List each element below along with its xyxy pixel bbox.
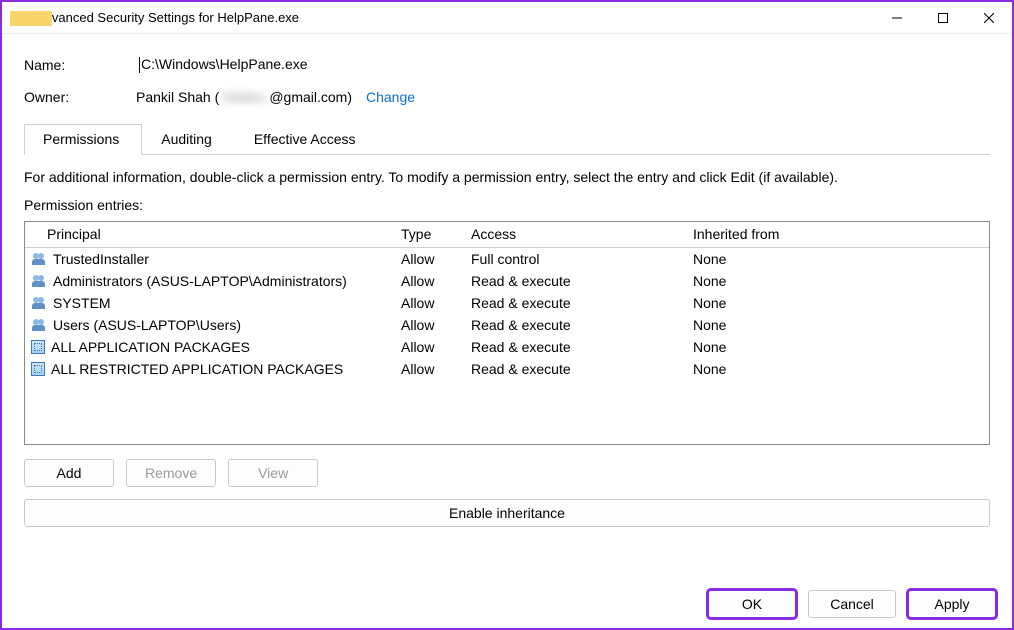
inherited-text: None (693, 339, 983, 355)
add-button[interactable]: Add (24, 459, 114, 487)
tab-effective-access[interactable]: Effective Access (235, 124, 379, 155)
cancel-button[interactable]: Cancel (808, 590, 896, 618)
inherited-text: None (693, 273, 983, 289)
col-inherited[interactable]: Inherited from (693, 226, 983, 242)
type-text: Allow (401, 361, 471, 377)
tab-auditing[interactable]: Auditing (142, 124, 235, 155)
type-text: Allow (401, 273, 471, 289)
package-icon (31, 362, 45, 376)
access-text: Full control (471, 251, 693, 267)
principal-text: Administrators (ASUS-LAPTOP\Administrato… (53, 273, 347, 289)
inherited-text: None (693, 251, 983, 267)
view-button[interactable]: View (228, 459, 318, 487)
grid-header: Principal Type Access Inherited from (25, 222, 989, 248)
instruction-text: For additional information, double-click… (24, 169, 990, 185)
access-text: Read & execute (471, 317, 693, 333)
type-text: Allow (401, 295, 471, 311)
access-text: Read & execute (471, 339, 693, 355)
owner-value: Pankil Shah (hidden@gmail.com) (136, 89, 352, 105)
minimize-button[interactable] (874, 2, 920, 34)
tab-permissions[interactable]: Permissions (24, 124, 142, 155)
table-row[interactable]: SYSTEM AllowRead & executeNone (25, 292, 989, 314)
maximize-button[interactable] (920, 2, 966, 34)
owner-label: Owner: (24, 89, 136, 105)
table-row[interactable]: Users (ASUS-LAPTOP\Users) AllowRead & exe… (25, 314, 989, 336)
remove-button[interactable]: Remove (126, 459, 216, 487)
principal-text: SYSTEM (53, 295, 111, 311)
principal-text: ALL RESTRICTED APPLICATION PACKAGES (51, 361, 343, 377)
apply-button[interactable]: Apply (908, 590, 996, 618)
package-icon (31, 340, 45, 354)
principal-text: TrustedInstaller (53, 251, 149, 267)
access-text: Read & execute (471, 361, 693, 377)
permission-entries-label: Permission entries: (24, 197, 990, 213)
table-row[interactable]: ALL RESTRICTED APPLICATION PACKAGES Allow… (25, 358, 989, 380)
tab-strip: Permissions Auditing Effective Access (24, 123, 990, 155)
close-button[interactable] (966, 2, 1012, 34)
ok-button[interactable]: OK (708, 590, 796, 618)
type-text: Allow (401, 251, 471, 267)
users-icon (31, 319, 47, 331)
table-row[interactable]: TrustedInstaller AllowFull controlNone (25, 248, 989, 270)
dialog-footer: OK Cancel Apply (708, 590, 996, 618)
name-value[interactable]: C:\Windows\HelpPane.exe (136, 54, 311, 75)
users-icon (31, 253, 47, 265)
window-title: Advanced Security Settings for HelpPane.… (36, 10, 299, 25)
enable-inheritance-button[interactable]: Enable inheritance (24, 499, 990, 527)
inherited-text: None (693, 295, 983, 311)
folder-icon (10, 11, 28, 25)
table-row[interactable]: ALL APPLICATION PACKAGES AllowRead & exec… (25, 336, 989, 358)
access-text: Read & execute (471, 295, 693, 311)
inherited-text: None (693, 317, 983, 333)
table-row[interactable]: Administrators (ASUS-LAPTOP\Administrato… (25, 270, 989, 292)
principal-text: Users (ASUS-LAPTOP\Users) (53, 317, 241, 333)
change-owner-link[interactable]: Change (366, 89, 415, 105)
access-text: Read & execute (471, 273, 693, 289)
inherited-text: None (693, 361, 983, 377)
col-type[interactable]: Type (401, 226, 471, 242)
col-access[interactable]: Access (471, 226, 693, 242)
col-principal[interactable]: Principal (31, 226, 401, 242)
name-label: Name: (24, 57, 136, 73)
principal-text: ALL APPLICATION PACKAGES (51, 339, 250, 355)
permission-grid[interactable]: Principal Type Access Inherited from Tru… (24, 221, 990, 445)
type-text: Allow (401, 339, 471, 355)
type-text: Allow (401, 317, 471, 333)
users-icon (31, 275, 47, 287)
titlebar: Advanced Security Settings for HelpPane.… (2, 2, 1012, 34)
users-icon (31, 297, 47, 309)
